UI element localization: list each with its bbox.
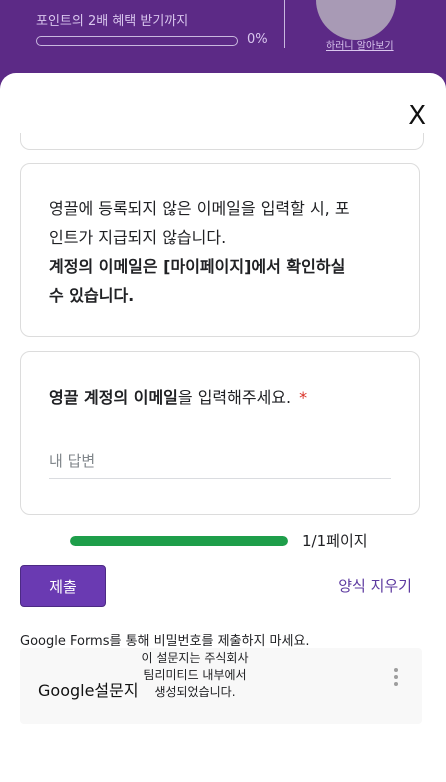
more-options-icon[interactable] [394, 668, 398, 689]
learn-more-link[interactable]: 하러니 알아보기 [326, 37, 394, 52]
promo-progress-bar [36, 36, 238, 46]
info-line-1: 영끌에 등록되지 않은 이메일을 입력할 시, 포 [49, 199, 350, 218]
avatar-circle [316, 0, 396, 40]
email-question-card: 영끌 계정의 이메일을 입력해주세요. * [20, 351, 420, 515]
page-progress-fill [70, 536, 288, 546]
question-title-bold: 영끌 계정의 이메일 [49, 388, 178, 407]
required-asterisk: * [299, 388, 308, 407]
submit-button[interactable]: 제출 [20, 565, 106, 607]
question-title: 영끌 계정의 이메일을 입력해주세요. * [49, 384, 391, 408]
password-notice: Google Forms를 통해 비밀번호를 제출하지 마세요. [20, 634, 310, 649]
page-progress-bar [70, 536, 288, 546]
info-card: 영끌에 등록되지 않은 이메일을 입력할 시, 포 인트가 지급되지 않습니다.… [20, 163, 420, 337]
previous-card-edge [20, 133, 424, 150]
promo-text: 포인트의 2배 혜택 받기까지 [36, 14, 189, 29]
email-answer-input[interactable] [49, 448, 391, 479]
info-line-4: 수 있습니다. [49, 286, 135, 305]
info-line-3: 계정의 이메일은 [마이페이지]에서 확인하실 [49, 257, 346, 276]
promo-progress-percent: 0% [247, 32, 268, 47]
footer-description: 이 설문지는 주식회사 팀리미티드 내부에서 생성되었습니다. [141, 651, 249, 699]
form-sheet: X 영끌에 등록되지 않은 이메일을 입력할 시, 포 인트가 지급되지 않습니… [0, 73, 446, 782]
question-title-rest: 을 입력해주세요. [177, 388, 292, 407]
google-forms-logo: Google설문지 [38, 681, 139, 700]
page-progress-label: 1/1페이지 [302, 532, 368, 550]
info-line-2: 인트가 지급되지 않습니다. [49, 228, 227, 247]
close-button[interactable]: X [408, 101, 426, 131]
header-divider [284, 0, 285, 48]
clear-form-button[interactable]: 양식 지우기 [338, 575, 412, 596]
form-footer: Google설문지 이 설문지는 주식회사 팀리미티드 내부에서 생성되었습니다… [20, 648, 422, 724]
